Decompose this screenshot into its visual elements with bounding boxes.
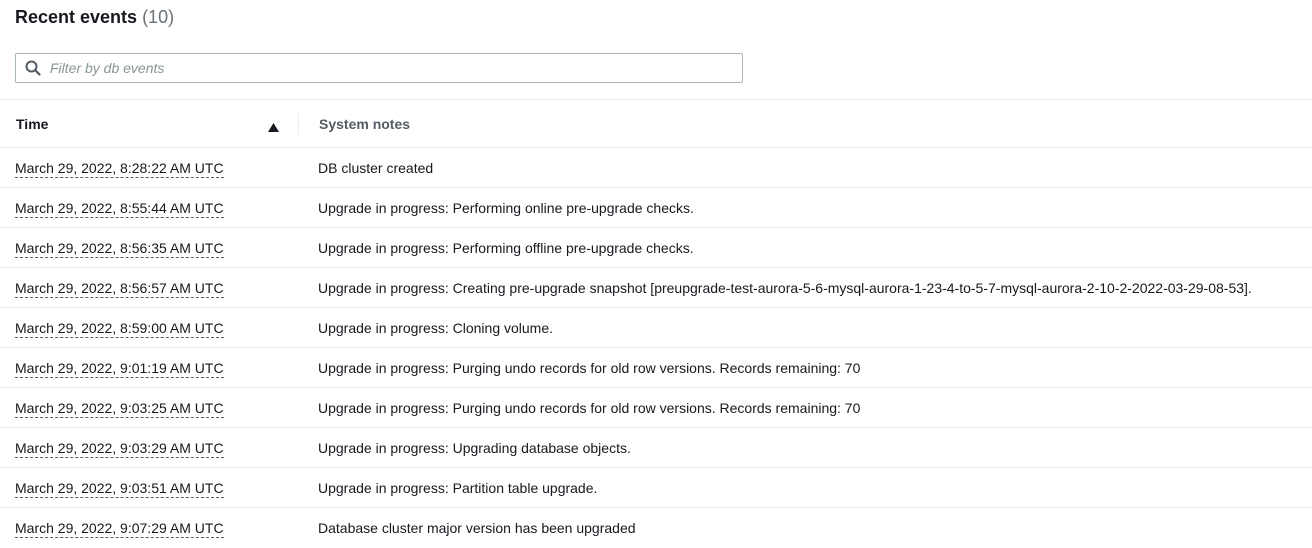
table-header: Time System notes <box>0 99 1312 148</box>
event-time[interactable]: March 29, 2022, 9:03:25 AM UTC <box>15 399 224 418</box>
event-notes: Upgrade in progress: Cloning volume. <box>318 320 554 336</box>
event-notes: Upgrade in progress: Purging undo record… <box>318 360 861 376</box>
column-header-time[interactable]: Time <box>16 116 48 132</box>
event-notes: Upgrade in progress: Performing offline … <box>318 240 694 256</box>
column-header-notes: System notes <box>319 115 411 132</box>
event-time[interactable]: March 29, 2022, 9:07:29 AM UTC <box>15 519 224 538</box>
caret-up-icon[interactable] <box>268 119 279 132</box>
page-title: Recent events <box>15 7 138 27</box>
events-header: Recent events (10) <box>15 7 174 31</box>
event-time[interactable]: March 29, 2022, 9:03:51 AM UTC <box>15 479 224 498</box>
event-notes: Database cluster major version has been … <box>318 520 636 536</box>
filter-box[interactable] <box>15 53 743 83</box>
column-resizer[interactable] <box>298 113 299 135</box>
event-time[interactable]: March 29, 2022, 8:55:44 AM UTC <box>15 199 224 218</box>
event-time[interactable]: March 29, 2022, 8:59:00 AM UTC <box>15 319 224 338</box>
table-row: March 29, 2022, 8:28:22 AM UTC DB cluster… <box>0 148 1312 188</box>
event-time[interactable]: March 29, 2022, 8:56:35 AM UTC <box>15 239 224 258</box>
event-time[interactable]: March 29, 2022, 9:03:29 AM UTC <box>15 439 224 458</box>
event-time[interactable]: March 29, 2022, 8:56:57 AM UTC <box>15 279 224 298</box>
table-row: March 29, 2022, 8:55:44 AM UTC Upgrade in… <box>0 188 1312 228</box>
table-row: March 29, 2022, 9:03:51 AM UTC Upgrade in… <box>0 468 1312 508</box>
filter-input[interactable] <box>50 55 742 81</box>
event-time[interactable]: March 29, 2022, 9:01:19 AM UTC <box>15 359 224 378</box>
events-table: Time System notes March 29, 2022, 8:28:2… <box>0 99 1312 548</box>
event-notes: Upgrade in progress: Partition table upg… <box>318 480 598 496</box>
table-row: March 29, 2022, 9:07:29 AM UTC Database c… <box>0 508 1312 548</box>
table-row: March 29, 2022, 9:03:29 AM UTC Upgrade in… <box>0 428 1312 468</box>
table-row: March 29, 2022, 9:03:25 AM UTC Upgrade in… <box>0 388 1312 428</box>
table-row: March 29, 2022, 8:56:35 AM UTC Upgrade in… <box>0 228 1312 268</box>
table-body: March 29, 2022, 8:28:22 AM UTC DB cluster… <box>0 148 1312 548</box>
table-row: March 29, 2022, 9:01:19 AM UTC Upgrade in… <box>0 348 1312 388</box>
table-row: March 29, 2022, 8:56:57 AM UTC Upgrade in… <box>0 268 1312 308</box>
event-notes: Upgrade in progress: Creating pre-upgrad… <box>318 280 1252 296</box>
event-time[interactable]: March 29, 2022, 8:28:22 AM UTC <box>15 159 224 178</box>
search-icon <box>16 54 50 82</box>
event-notes: Upgrade in progress: Upgrading database … <box>318 440 631 456</box>
event-notes: Upgrade in progress: Performing online p… <box>318 200 694 216</box>
event-notes: DB cluster created <box>318 160 434 176</box>
table-row: March 29, 2022, 8:59:00 AM UTC Upgrade in… <box>0 308 1312 348</box>
event-notes: Upgrade in progress: Purging undo record… <box>318 400 861 416</box>
event-count: (10) <box>142 7 175 27</box>
